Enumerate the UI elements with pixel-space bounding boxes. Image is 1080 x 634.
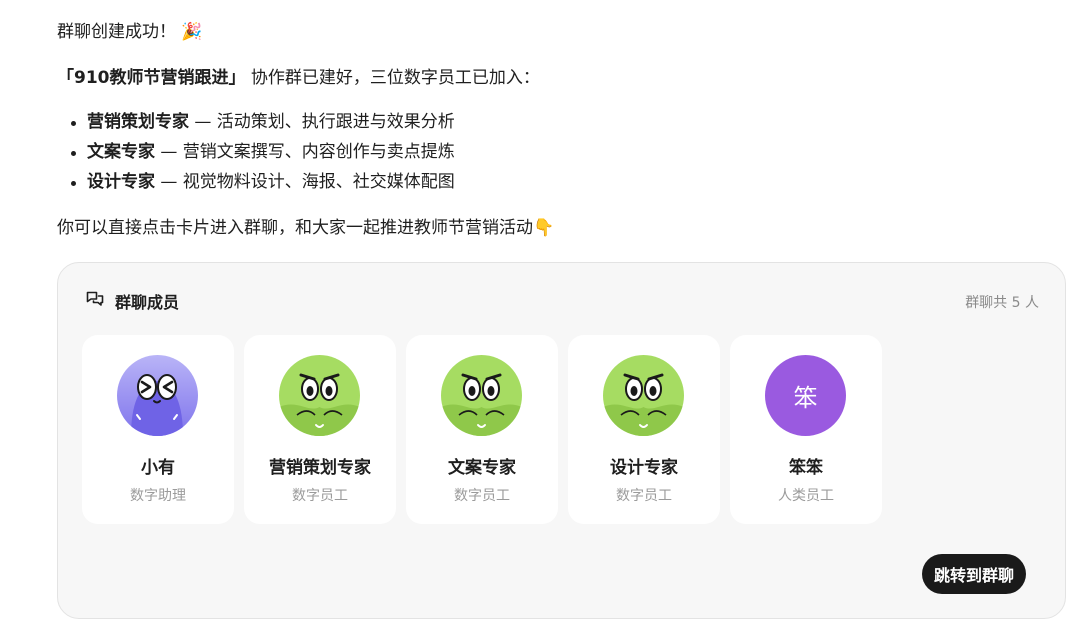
- avatar-initial: 笨: [765, 355, 846, 436]
- member-card-xiaoyou[interactable]: 小有 数字助理: [82, 335, 234, 524]
- group-name: 「910教师节营销跟进」: [57, 68, 246, 88]
- green-mascot-avatar-icon: [441, 355, 522, 436]
- member-role: 数字助理: [130, 488, 186, 504]
- member-count: 群聊共 5 人: [965, 295, 1039, 311]
- hint-text: 你可以直接点击卡片进入群聊，和大家一起推进教师节营销活动: [57, 218, 533, 238]
- green-mascot-avatar-icon: [603, 355, 684, 436]
- list-item: 设计专家 — 视觉物料设计、海报、社交媒体配图: [57, 170, 455, 200]
- group-members-card[interactable]: 群聊成员 群聊共 5 人 小有 数字助理 营销策划专家 数字员工 文案专家 数字…: [57, 262, 1066, 619]
- member-card-benben[interactable]: 笨 笨笨 人类员工: [730, 335, 882, 524]
- staff-desc: — 营销文案撰写、内容创作与卖点提炼: [155, 142, 455, 162]
- group-created-text: 协作群已建好，三位数字员工已加入：: [245, 68, 540, 88]
- member-name: 笨笨: [789, 458, 823, 478]
- hint-line: 你可以直接点击卡片进入群聊，和大家一起推进教师节营销活动👇: [57, 216, 554, 240]
- staff-desc: — 视觉物料设计、海报、社交媒体配图: [155, 172, 455, 192]
- member-name: 设计专家: [610, 458, 678, 478]
- chat-bubbles-icon: [85, 289, 105, 313]
- member-tiles: 小有 数字助理 营销策划专家 数字员工 文案专家 数字员工 设计专家 数字员工 …: [82, 335, 882, 524]
- member-name: 文案专家: [448, 458, 516, 478]
- xiaoyou-avatar-icon: [117, 355, 198, 436]
- member-role: 人类员工: [778, 488, 834, 504]
- staff-name: 营销策划专家: [87, 112, 189, 132]
- card-header: 群聊成员: [85, 289, 179, 313]
- staff-desc: — 活动策划、执行跟进与效果分析: [189, 112, 455, 132]
- list-item: 文案专家 — 营销文案撰写、内容创作与卖点提炼: [57, 140, 455, 170]
- green-mascot-avatar-icon: [279, 355, 360, 436]
- member-role: 数字员工: [454, 488, 510, 504]
- success-text: 群聊创建成功！: [57, 22, 176, 42]
- party-popper-icon: 🎉: [181, 22, 203, 42]
- card-title: 群聊成员: [115, 293, 180, 312]
- success-line: 群聊创建成功！ 🎉: [57, 20, 203, 44]
- member-name: 小有: [141, 458, 175, 478]
- member-card-marketing-expert[interactable]: 营销策划专家 数字员工: [244, 335, 396, 524]
- member-role: 数字员工: [292, 488, 348, 504]
- member-name: 营销策划专家: [269, 458, 371, 478]
- avatar: 笨: [765, 355, 846, 436]
- digital-staff-list: 营销策划专家 — 活动策划、执行跟进与效果分析 文案专家 — 营销文案撰写、内容…: [57, 110, 455, 200]
- pointing-down-icon: 👇: [533, 218, 555, 238]
- staff-name: 设计专家: [87, 172, 155, 192]
- list-item: 营销策划专家 — 活动策划、执行跟进与效果分析: [57, 110, 455, 140]
- member-card-design-expert[interactable]: 设计专家 数字员工: [568, 335, 720, 524]
- group-created-line: 「910教师节营销跟进」 协作群已建好，三位数字员工已加入：: [57, 66, 540, 90]
- member-card-copywriting-expert[interactable]: 文案专家 数字员工: [406, 335, 558, 524]
- member-role: 数字员工: [616, 488, 672, 504]
- staff-name: 文案专家: [87, 142, 155, 162]
- jump-to-group-button[interactable]: 跳转到群聊: [921, 554, 1026, 594]
